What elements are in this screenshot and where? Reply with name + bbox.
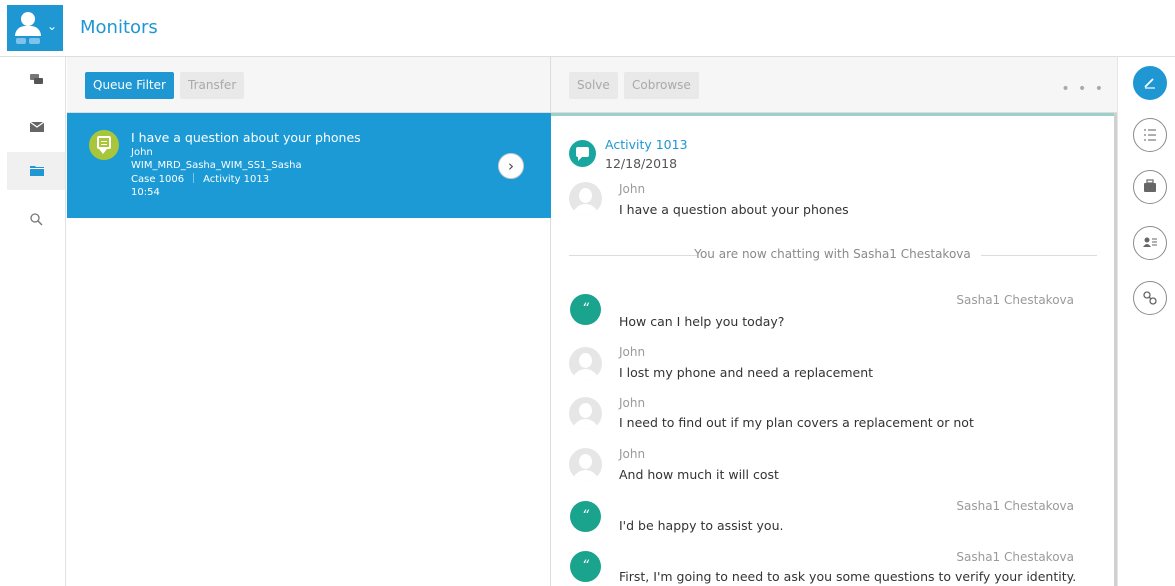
message-sender: Sasha1 Chestakova bbox=[956, 499, 1074, 513]
link-button[interactable] bbox=[1133, 281, 1167, 315]
avatar bbox=[569, 182, 602, 215]
nav-workbins[interactable] bbox=[7, 152, 65, 190]
chat-icon bbox=[30, 74, 43, 84]
contact-button[interactable] bbox=[1133, 226, 1167, 260]
nav-chats[interactable] bbox=[7, 61, 65, 99]
message-text: I'd be happy to assist you. bbox=[619, 518, 784, 533]
message-sender: Sasha1 Chestakova bbox=[956, 293, 1074, 307]
message-sender: John bbox=[619, 345, 646, 359]
right-rail bbox=[1117, 57, 1175, 586]
more-options-icon[interactable]: • • • bbox=[1061, 81, 1105, 97]
edit-button[interactable] bbox=[1133, 66, 1167, 100]
system-message: You are now chatting with Sasha1 Chestak… bbox=[694, 247, 971, 261]
left-nav bbox=[7, 57, 66, 586]
agent-avatar: “ bbox=[570, 294, 601, 325]
folder-icon bbox=[30, 166, 44, 176]
queue-toolbar: Queue Filter Transfer bbox=[67, 57, 550, 113]
avatar bbox=[569, 448, 602, 481]
chevron-down-icon: ⌄ bbox=[47, 19, 58, 33]
nav-email[interactable] bbox=[7, 109, 65, 147]
mail-icon bbox=[30, 122, 44, 132]
queue-item-title: I have a question about your phones bbox=[131, 130, 361, 145]
solve-button[interactable]: Solve bbox=[569, 72, 618, 99]
mail-status-icon bbox=[29, 38, 40, 44]
queue-item[interactable]: I have a question about your phones John… bbox=[67, 113, 551, 218]
agent-avatar: “ bbox=[570, 551, 601, 582]
edit-icon bbox=[1144, 78, 1155, 89]
avatar bbox=[569, 397, 602, 430]
queue-item-case: Case 1006 bbox=[131, 174, 185, 185]
message-text: How can I help you today? bbox=[619, 314, 785, 329]
queue-item-contact: John bbox=[131, 147, 153, 158]
workbin-button[interactable] bbox=[1133, 170, 1167, 204]
message-text: First, I'm going to need to ask you some… bbox=[619, 569, 1077, 584]
agent-avatar: “ bbox=[570, 501, 601, 532]
message-sender: John bbox=[619, 447, 646, 461]
queue-pane: Queue Filter Transfer I have a question … bbox=[67, 57, 551, 586]
user-menu-button[interactable]: ⌄ bbox=[7, 5, 63, 51]
app-window: ⌄ Monitors Queue Filter Transfer I have … bbox=[0, 0, 1175, 586]
message-text: I have a question about your phones bbox=[619, 202, 849, 217]
chat-pane: Solve Cobrowse • • • Activity 1013 12/18… bbox=[551, 57, 1117, 586]
queue-item-activity: Activity 1013 bbox=[203, 174, 270, 185]
transfer-button[interactable]: Transfer bbox=[180, 72, 245, 99]
activity-icon bbox=[569, 140, 596, 167]
queue-item-ids: Case 1006 Activity 1013 bbox=[131, 173, 269, 185]
link-icon bbox=[1143, 291, 1157, 305]
message-sender: John bbox=[619, 182, 646, 196]
user-avatar-body bbox=[15, 26, 41, 36]
chat-status-icon bbox=[16, 38, 26, 44]
activity-title[interactable]: Activity 1013 bbox=[605, 137, 688, 152]
page-title: Monitors bbox=[80, 17, 158, 38]
chat-interaction-icon bbox=[89, 130, 119, 160]
queue-item-time: 10:54 bbox=[131, 187, 160, 198]
cobrowse-button[interactable]: Cobrowse bbox=[624, 72, 699, 99]
contact-card-icon bbox=[1143, 237, 1157, 247]
message-text: I need to find out if my plan covers a r… bbox=[619, 415, 974, 430]
message-sender: Sasha1 Chestakova bbox=[956, 550, 1074, 564]
queue-filter-button[interactable]: Queue Filter bbox=[85, 72, 174, 99]
message-sender: John bbox=[619, 396, 646, 410]
message-text: I lost my phone and need a replacement bbox=[619, 365, 874, 380]
nav-search[interactable] bbox=[7, 200, 65, 238]
activity-date: 12/18/2018 bbox=[605, 156, 678, 171]
message-text: And how much it will cost bbox=[619, 467, 779, 482]
briefcase-icon bbox=[1144, 179, 1156, 192]
header-bar: ⌄ Monitors bbox=[0, 0, 1175, 57]
case-data-button[interactable] bbox=[1133, 118, 1167, 152]
chat-status-line bbox=[551, 113, 1114, 116]
separator bbox=[193, 173, 195, 183]
queue-item-queue: WIM_MRD_Sasha_WIM_SS1_Sasha bbox=[131, 160, 302, 171]
search-icon bbox=[30, 213, 43, 226]
chat-toolbar: Solve Cobrowse • • • bbox=[551, 57, 1117, 113]
user-avatar-icon bbox=[21, 12, 35, 26]
avatar bbox=[569, 347, 602, 380]
list-icon bbox=[1144, 129, 1156, 141]
open-item-arrow-icon[interactable]: › bbox=[498, 153, 524, 179]
